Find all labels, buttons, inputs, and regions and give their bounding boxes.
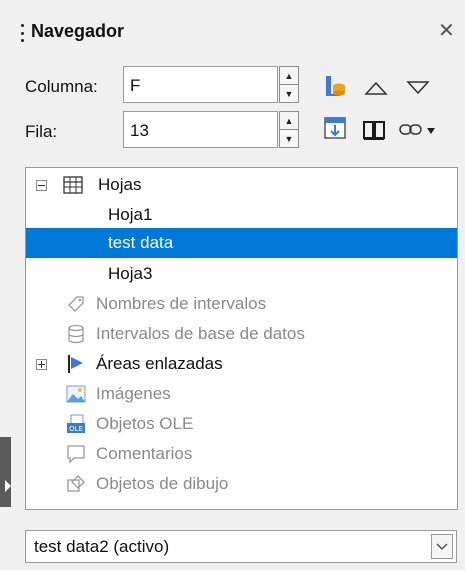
tree-item-label: test data	[108, 233, 174, 252]
row-stepper[interactable]: ▲ ▼	[279, 111, 299, 148]
column-label: Columna:	[25, 77, 98, 96]
tree-item-label: Objetos OLE	[96, 414, 194, 433]
tree-item-comments[interactable]: Comentarios	[26, 439, 457, 469]
tree-item-label: Nombres de intervalos	[96, 294, 267, 313]
database-icon	[68, 324, 84, 344]
tree-item-sheet-selected[interactable]: test data	[26, 228, 457, 258]
flag-icon	[68, 355, 83, 373]
tree-item-linked-areas[interactable]: Áreas enlazadas	[26, 349, 457, 379]
column-stepper[interactable]: ▲ ▼	[279, 66, 299, 103]
tree-item-hojas[interactable]: Hojas	[26, 170, 457, 200]
document-select[interactable]: test data2 (activo)	[25, 530, 457, 563]
tree-item-label: Hoja1	[108, 205, 153, 224]
book-icon[interactable]	[362, 118, 386, 142]
tree-item-sheet[interactable]: Hoja1	[26, 200, 457, 230]
chevron-down-icon[interactable]	[431, 534, 453, 559]
row-input[interactable]: 13	[123, 111, 278, 148]
sidebar-grip-icon[interactable]	[20, 24, 24, 42]
stepper-down-icon[interactable]: ▼	[280, 130, 298, 147]
dropdown-arrow-icon[interactable]	[426, 127, 436, 135]
expand-arrow-icon	[5, 480, 11, 492]
stepper-up-icon[interactable]: ▲	[280, 67, 298, 85]
tag-icon	[68, 296, 84, 312]
sidebar-collapse-handle[interactable]	[0, 437, 11, 507]
stepper-down-icon[interactable]: ▼	[280, 85, 298, 102]
down-triangle-icon[interactable]	[406, 80, 430, 96]
data-range-icon[interactable]	[323, 116, 347, 140]
stepper-up-icon[interactable]: ▲	[280, 112, 298, 130]
ole-icon: OLE	[67, 414, 85, 433]
image-icon	[66, 385, 86, 403]
expand-icon[interactable]	[36, 359, 47, 370]
up-triangle-icon[interactable]	[364, 80, 388, 96]
sheet-grid-icon	[63, 176, 83, 194]
document-select-value: test data2 (activo)	[34, 537, 170, 556]
tree-item-images[interactable]: Imágenes	[26, 379, 457, 409]
column-input[interactable]: F	[123, 66, 278, 103]
collapse-icon[interactable]	[36, 180, 47, 191]
tree-item-label: Objetos de dibujo	[96, 474, 229, 493]
tree-item-label: Intervalos de base de datos	[96, 324, 305, 343]
tree-item-range-names[interactable]: Nombres de intervalos	[26, 289, 457, 319]
tree-item-label: Áreas enlazadas	[96, 354, 223, 373]
navigator-tree[interactable]: Hojas Hoja1 test data Hoja3 Nombres de i…	[25, 167, 458, 510]
tree-item-label: Hoja3	[108, 264, 153, 283]
tree-item-label: Comentarios	[96, 444, 193, 463]
close-icon[interactable]: ✕	[438, 18, 455, 43]
tree-item-drawing-objects[interactable]: Objetos de dibujo	[26, 469, 457, 499]
tree-item-ole-objects[interactable]: OLE Objetos OLE	[26, 409, 457, 439]
tree-item-database-ranges[interactable]: Intervalos de base de datos	[26, 319, 457, 349]
row-label: Fila:	[25, 122, 58, 141]
tree-item-label: Hojas	[98, 175, 142, 194]
panel-title: Navegador	[31, 21, 125, 41]
navigator-header: Navegador ✕	[0, 0, 465, 58]
link-icon[interactable]	[399, 120, 423, 140]
content-toggle-icon[interactable]	[323, 74, 347, 98]
comment-icon	[67, 445, 85, 464]
tree-item-label: Imágenes	[96, 384, 171, 403]
tree-item-sheet[interactable]: Hoja3	[26, 259, 457, 289]
drawing-icon	[67, 475, 85, 492]
svg-text:OLE: OLE	[69, 425, 83, 433]
